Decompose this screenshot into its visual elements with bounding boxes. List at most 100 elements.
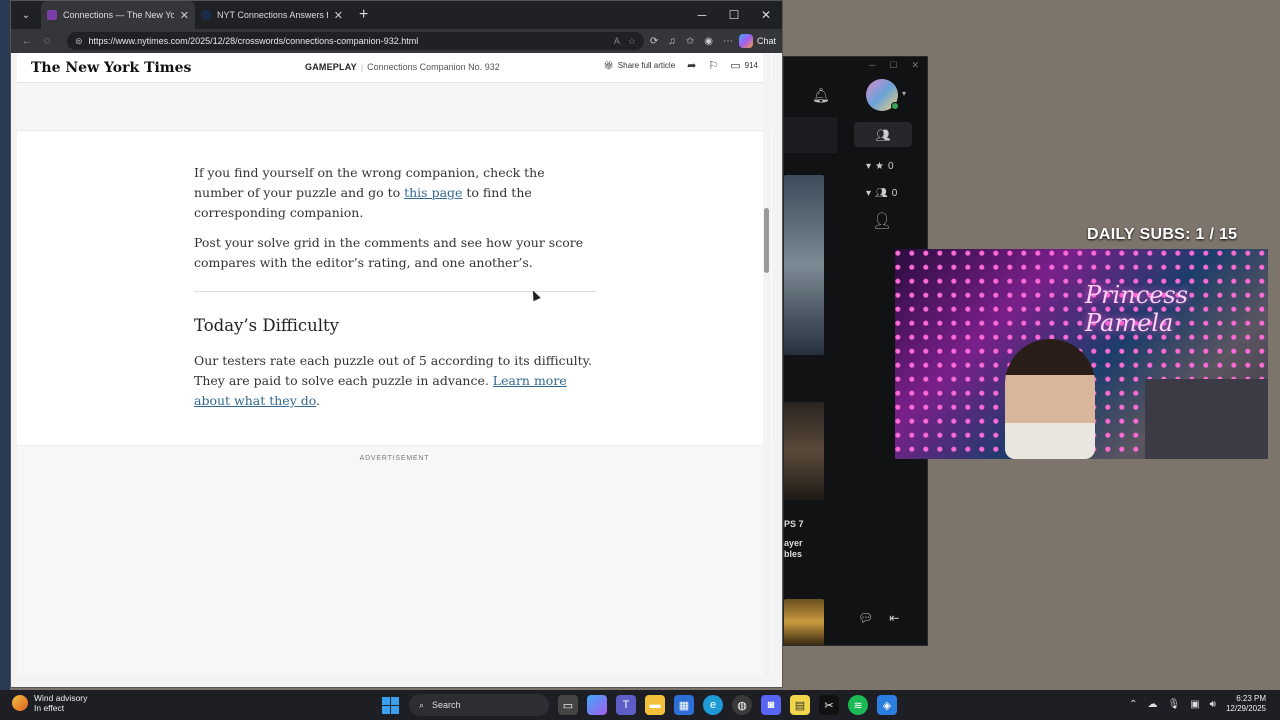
taskbar-search[interactable]: ⌕ Search — [409, 694, 549, 716]
add-friend-icon: 👥︎ — [875, 127, 891, 142]
webcam-person — [1005, 339, 1095, 459]
web-page: The New York Times GAMEPLAY | Connections … — [17, 53, 772, 676]
gift-icon: 🎁︎ — [603, 61, 614, 70]
friends-stat[interactable]: ▾ 👥︎ 0 — [866, 188, 897, 199]
tab-title: NYT Connections Answers for December — [217, 10, 328, 20]
store-icon[interactable]: ▦ — [674, 695, 694, 715]
sticky-notes-icon[interactable]: ▤ — [790, 695, 810, 715]
game-thumbnail[interactable] — [784, 402, 824, 500]
collapse-panel-icon[interactable]: ⇤ — [889, 611, 899, 625]
weather-subtitle: In effect — [34, 703, 65, 713]
spotify-icon[interactable]: ≋ — [848, 695, 868, 715]
app-window-controls: ─ ☐ ✕ — [784, 57, 927, 73]
weather-widget[interactable]: Wind advisory In effect — [12, 693, 87, 713]
system-tray: ⌃ ☁ 🎙︎ ▣ 🔊︎ 6:23 PM 12/29/2025 — [1129, 694, 1266, 714]
webcam-chair — [1145, 379, 1268, 459]
comment-count: 914 — [744, 61, 758, 70]
remote-desktop-icon[interactable]: ◈ — [877, 695, 897, 715]
close-tab-icon[interactable]: ✕ — [180, 9, 189, 22]
neon-sign: Princess Pamela — [1085, 281, 1189, 337]
minimize-button[interactable]: ─ — [869, 60, 875, 70]
capcut-icon[interactable]: ✂ — [819, 695, 839, 715]
close-button[interactable]: ✕ — [911, 60, 919, 71]
user-settings-icon[interactable]: 👤︎ — [872, 211, 892, 231]
chrome-icon[interactable]: ◍ — [732, 695, 752, 715]
tab-connections[interactable]: Connections — The New York Times ✕ — [41, 1, 195, 29]
chevron-down-icon: ▾ — [866, 161, 872, 172]
share-full-article-button[interactable]: 🎁︎ Share full article — [604, 61, 676, 70]
teams-icon[interactable]: T — [616, 695, 636, 715]
webcam-feed: Princess Pamela — [895, 249, 1268, 459]
loading-spinner-icon[interactable]: ◌ — [37, 35, 57, 47]
taskbar: Wind advisory In effect ⌕ Search ▭ T ▬ ▦… — [0, 690, 1280, 720]
notification-bell-icon[interactable]: 🔔︎ — [812, 87, 830, 104]
copilot-icon — [738, 34, 753, 48]
url-text: https://www.nytimes.com/2025/12/28/cross… — [88, 36, 419, 46]
panel-footer: 💬︎ ⇤ — [858, 611, 899, 625]
read-aloud-icon[interactable]: A — [614, 36, 620, 47]
minimize-button[interactable]: ─ — [686, 1, 718, 29]
group-icon: 👥︎ — [875, 188, 888, 199]
copilot-chat-button[interactable]: Chat — [738, 34, 776, 48]
game-thumbnail[interactable] — [784, 599, 824, 645]
volume-icon[interactable]: 🔊︎ — [1210, 699, 1216, 710]
tab-connections-answers[interactable]: NYT Connections Answers for December ✕ — [195, 1, 349, 29]
discord-icon[interactable]: ◙ — [761, 695, 781, 715]
task-view-icon[interactable]: ▭ — [558, 695, 578, 715]
site-info-icon[interactable]: ⊜ — [75, 36, 83, 47]
file-explorer-icon[interactable]: ▬ — [645, 695, 665, 715]
comments-button[interactable]: ▭ 914 — [730, 59, 758, 72]
game-thumbnail[interactable] — [784, 175, 824, 355]
article-short-title: Connections Companion No. 932 — [367, 62, 500, 72]
header-band — [17, 83, 772, 131]
media-icon[interactable]: ♫ — [668, 36, 676, 47]
chevron-down-icon[interactable]: ▾ — [902, 89, 906, 98]
weather-title: Wind advisory — [34, 693, 88, 703]
chevron-down-icon: ▾ — [866, 188, 872, 199]
maximize-button[interactable]: ☐ — [889, 60, 897, 71]
profile-icon[interactable]: ◉ — [704, 36, 713, 47]
close-tab-icon[interactable]: ✕ — [334, 9, 343, 22]
window-controls: ─ ☐ ✕ — [686, 1, 782, 29]
app-tray-icon[interactable]: ☁ — [1147, 699, 1157, 710]
weather-alert-icon — [12, 695, 28, 711]
tab-actions-menu[interactable]: ⌄ — [11, 1, 41, 29]
favorites-icon[interactable]: ✩ — [686, 36, 694, 47]
refresh-icon[interactable]: ⟳ — [650, 36, 658, 47]
favorite-star-icon[interactable]: ☆ — [628, 36, 636, 47]
windows-icon — [381, 696, 399, 714]
game-caption: PS 7 ayer bles — [784, 519, 804, 559]
new-tab-button[interactable]: + — [359, 6, 368, 24]
maximize-button[interactable]: ☐ — [718, 1, 750, 29]
microphone-icon[interactable]: 🎙︎ — [1167, 699, 1180, 710]
favorites-stat[interactable]: ▾ ★ 0 — [866, 161, 894, 172]
more-menu-icon[interactable]: ⋯ — [723, 36, 733, 47]
close-window-button[interactable]: ✕ — [750, 1, 782, 29]
nyt-games-favicon-icon — [47, 10, 57, 20]
nyt-logo[interactable]: The New York Times — [31, 60, 191, 76]
favorites-count: 0 — [888, 161, 894, 172]
scrollbar-thumb[interactable] — [764, 208, 769, 273]
time: 6:23 PM — [1236, 694, 1266, 703]
chat-bubble-icon[interactable]: 💬︎ — [858, 611, 873, 625]
share-icon[interactable]: ➦ — [687, 59, 696, 72]
paragraph-testers: Our testers rate each puzzle out of 5 ac… — [194, 353, 593, 408]
copilot-app-icon[interactable] — [587, 695, 607, 715]
tab-strip: ⌄ Connections — The New York Times ✕ NYT… — [11, 1, 782, 29]
network-icon[interactable]: ▣ — [1190, 699, 1199, 710]
clock[interactable]: 6:23 PM 12/29/2025 — [1226, 694, 1266, 714]
edge-icon[interactable]: e — [703, 695, 723, 715]
back-button[interactable]: ← — [17, 35, 37, 47]
paragraph-wrong-companion: If you find yourself on the wrong compan… — [194, 165, 545, 220]
bookmark-icon[interactable]: ⚐ — [708, 59, 718, 72]
section-kicker[interactable]: GAMEPLAY — [305, 62, 357, 72]
add-friend-button[interactable]: 👥︎ — [854, 122, 912, 147]
this-page-link[interactable]: this page — [404, 185, 462, 200]
chevron-up-icon[interactable]: ⌃ — [1129, 699, 1137, 710]
page-scrollbar[interactable] — [763, 53, 771, 676]
nyt-header: The New York Times GAMEPLAY | Connections … — [17, 53, 772, 83]
paragraph-solve-grid: Post your solve grid in the comments and… — [194, 235, 584, 270]
site-favicon-icon — [201, 10, 211, 20]
start-button[interactable] — [380, 695, 400, 715]
address-bar[interactable]: ⊜ https://www.nytimes.com/2025/12/28/cro… — [67, 32, 644, 50]
